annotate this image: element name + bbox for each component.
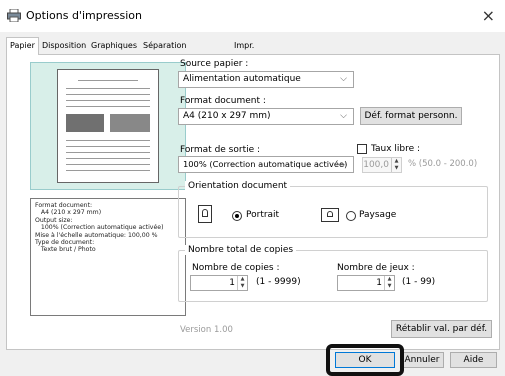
free-ratio-range: % (50.0 - 200.0) bbox=[408, 159, 478, 169]
free-ratio-label: Taux libre : bbox=[371, 144, 421, 154]
portrait-radio[interactable] bbox=[232, 211, 242, 221]
doc-format-label: Format document : bbox=[180, 96, 266, 106]
version-text: Version 1.00 bbox=[180, 325, 233, 335]
free-ratio-input[interactable]: 100,0 ▲ ▼ bbox=[362, 157, 402, 173]
tab-papier[interactable]: Papier bbox=[6, 37, 39, 55]
close-icon[interactable]: × bbox=[482, 6, 495, 25]
output-format-label: Format de sortie : bbox=[180, 145, 261, 155]
reset-defaults-button[interactable]: Rétablir val. par déf. bbox=[391, 320, 492, 338]
page-preview bbox=[30, 62, 186, 190]
summary-line: A4 (210 x 297 mm) bbox=[35, 209, 102, 217]
summary-line: Mise à l'échelle automatique: 100,00 % bbox=[35, 231, 158, 239]
spin-arrows-icon[interactable]: ▲ ▼ bbox=[237, 276, 247, 290]
help-button[interactable]: Aide bbox=[450, 352, 497, 368]
copies-title: Nombre total de copies bbox=[185, 245, 297, 255]
landscape-paper-icon bbox=[321, 208, 339, 222]
print-options-window: Options d'impression × Papier Dispositio… bbox=[0, 0, 505, 376]
paper-source-select[interactable]: Alimentation automatique ⌵ bbox=[178, 71, 354, 88]
summary-line: Texte brut / Photo bbox=[35, 246, 96, 254]
tab-impr-vers-fichier[interactable]: Impr. vers fichier bbox=[230, 37, 263, 82]
sets-range: (1 - 99) bbox=[402, 277, 436, 287]
landscape-radio[interactable] bbox=[346, 211, 356, 221]
portrait-label: Portrait bbox=[246, 210, 280, 220]
paper-source-value: Alimentation automatique bbox=[183, 74, 301, 84]
ok-highlight-frame bbox=[326, 344, 404, 376]
tab-disposition[interactable]: Disposition bbox=[38, 37, 90, 54]
sets-input[interactable]: 1 ▲ ▼ bbox=[337, 275, 395, 291]
paper-source-label: Source papier : bbox=[180, 59, 249, 69]
cancel-button[interactable]: Annuler bbox=[400, 352, 444, 368]
chevron-down-icon: ⌵ bbox=[340, 74, 347, 84]
title-bar: Options d'impression × bbox=[0, 0, 505, 32]
free-ratio-checkbox[interactable] bbox=[357, 144, 367, 154]
custom-format-button[interactable]: Déf. format personn. bbox=[360, 107, 462, 125]
output-format-select[interactable]: 100% (Correction automatique activée) ⌵ bbox=[178, 156, 354, 173]
summary-line: 100% (Correction automatique activée) bbox=[35, 224, 164, 232]
copies-label: Nombre de copies : bbox=[192, 263, 280, 273]
sets-value: 1 bbox=[376, 278, 382, 288]
spin-arrows-icon[interactable]: ▲ ▼ bbox=[391, 158, 401, 172]
printer-icon bbox=[7, 9, 21, 22]
window-title: Options d'impression bbox=[26, 9, 142, 22]
orientation-title: Orientation document bbox=[185, 181, 291, 191]
doc-format-select[interactable]: A4 (210 x 297 mm) ⌵ bbox=[178, 108, 354, 125]
free-ratio-value: 100,0 bbox=[363, 160, 389, 170]
spin-arrows-icon[interactable]: ▲ ▼ bbox=[384, 276, 394, 290]
portrait-paper-icon bbox=[198, 205, 212, 223]
tab-separation-couleurs[interactable]: Séparation des couleurs bbox=[139, 37, 191, 82]
summary-line: Type de document: bbox=[35, 239, 95, 247]
chevron-down-icon: ⌵ bbox=[340, 111, 347, 121]
summary-line: Format document: bbox=[35, 202, 93, 209]
doc-format-value: A4 (210 x 297 mm) bbox=[183, 111, 271, 121]
output-format-value: 100% (Correction automatique activée) bbox=[183, 159, 348, 169]
copies-value: 1 bbox=[229, 278, 235, 288]
landscape-label: Paysage bbox=[359, 210, 397, 220]
chevron-down-icon: ⌵ bbox=[340, 159, 347, 169]
copies-range: (1 - 9999) bbox=[256, 277, 301, 287]
tab-graphiques[interactable]: Graphiques bbox=[87, 37, 141, 54]
copies-input[interactable]: 1 ▲ ▼ bbox=[190, 275, 248, 291]
paper-preview bbox=[57, 69, 159, 183]
sets-label: Nombre de jeux : bbox=[337, 263, 415, 273]
settings-summary: Format document: A4 (210 x 297 mm) Outpu… bbox=[30, 198, 186, 316]
